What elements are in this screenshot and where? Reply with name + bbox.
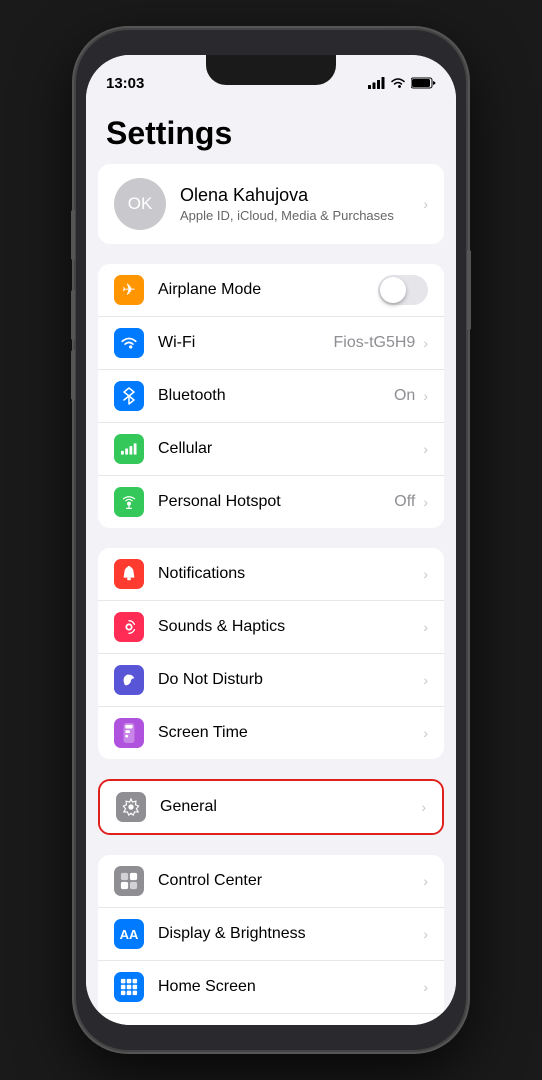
notifications-chevron: ›	[423, 566, 428, 582]
homescreen-icon	[114, 972, 144, 1002]
display-icon-text: AA	[120, 927, 139, 942]
wifi-row[interactable]: Wi-Fi Fios-tG5H9 ›	[98, 317, 444, 370]
cellular-row[interactable]: Cellular ›	[98, 423, 444, 476]
wifi-label: Wi-Fi	[158, 334, 334, 352]
control-center-svg-icon	[120, 872, 138, 890]
page-title: Settings	[86, 99, 456, 164]
hotspot-row[interactable]: Personal Hotspot Off ›	[98, 476, 444, 528]
notifications-svg-icon	[120, 565, 138, 583]
homescreen-svg-icon	[120, 978, 138, 996]
sounds-icon	[114, 612, 144, 642]
toggle-knob	[380, 277, 406, 303]
status-time: 13:03	[106, 75, 144, 92]
control-center-label: Control Center	[158, 872, 421, 890]
display-icon: AA	[114, 919, 144, 949]
profile-row[interactable]: OK Olena Kahujova Apple ID, iCloud, Medi…	[98, 164, 444, 244]
status-icons	[368, 77, 436, 89]
notifications-section: Notifications › Sounds & Haptics ›	[98, 548, 444, 759]
general-icon	[116, 792, 146, 822]
profile-info: Olena Kahujova Apple ID, iCloud, Media &…	[180, 185, 407, 223]
airplane-mode-icon: ✈	[114, 275, 144, 305]
general-row[interactable]: General ›	[100, 781, 442, 833]
settings-content: Settings OK Olena Kahujova Apple ID, iCl…	[86, 99, 456, 1025]
dnd-row[interactable]: Do Not Disturb ›	[98, 654, 444, 707]
display-row[interactable]: AA Display & Brightness ›	[98, 908, 444, 961]
sounds-row[interactable]: Sounds & Haptics ›	[98, 601, 444, 654]
hotspot-chevron: ›	[423, 494, 428, 510]
profile-chevron: ›	[423, 196, 428, 212]
screentime-icon	[114, 718, 144, 748]
notifications-row[interactable]: Notifications ›	[98, 548, 444, 601]
profile-subtitle: Apple ID, iCloud, Media & Purchases	[180, 208, 407, 223]
general-chevron: ›	[421, 799, 426, 815]
wifi-row-icon	[120, 336, 138, 350]
general-label: General	[160, 798, 419, 816]
general-svg-icon	[122, 798, 140, 816]
screentime-label: Screen Time	[158, 724, 421, 742]
battery-icon	[411, 77, 436, 89]
homescreen-row[interactable]: Home Screen ›	[98, 961, 444, 1014]
dnd-chevron: ›	[423, 672, 428, 688]
bluetooth-icon	[114, 381, 144, 411]
bluetooth-label: Bluetooth	[158, 387, 394, 405]
accessibility-row[interactable]: Accessibility ›	[98, 1014, 444, 1025]
profile-section[interactable]: OK Olena Kahujova Apple ID, iCloud, Medi…	[98, 164, 444, 244]
general-section: General ›	[98, 779, 444, 835]
signal-icon	[368, 77, 385, 89]
wifi-chevron: ›	[423, 335, 428, 351]
airplane-mode-row[interactable]: ✈ Airplane Mode	[98, 264, 444, 317]
dnd-svg-icon	[120, 671, 138, 689]
hotspot-icon	[114, 487, 144, 517]
hotspot-svg-icon	[120, 494, 138, 510]
notch	[206, 55, 336, 85]
dnd-label: Do Not Disturb	[158, 671, 421, 689]
cellular-label: Cellular	[158, 440, 421, 458]
display-section: Control Center › AA Display & Brightness…	[98, 855, 444, 1025]
wifi-value: Fios-tG5H9	[334, 334, 416, 352]
cellular-chevron: ›	[423, 441, 428, 457]
display-chevron: ›	[423, 926, 428, 942]
control-center-row[interactable]: Control Center ›	[98, 855, 444, 908]
sounds-svg-icon	[120, 618, 138, 636]
sounds-chevron: ›	[423, 619, 428, 635]
bluetooth-svg-icon	[122, 387, 136, 405]
profile-name: Olena Kahujova	[180, 185, 407, 206]
sounds-label: Sounds & Haptics	[158, 618, 421, 636]
connectivity-section: ✈ Airplane Mode	[98, 264, 444, 528]
display-label: Display & Brightness	[158, 925, 421, 943]
screen: 13:03	[86, 55, 456, 1025]
screentime-row[interactable]: Screen Time ›	[98, 707, 444, 759]
wifi-status-icon	[390, 77, 406, 89]
cellular-svg-icon	[121, 442, 137, 456]
screentime-svg-icon	[121, 723, 137, 743]
dnd-icon	[114, 665, 144, 695]
bluetooth-chevron: ›	[423, 388, 428, 404]
control-center-icon	[114, 866, 144, 896]
hotspot-label: Personal Hotspot	[158, 493, 394, 511]
airplane-mode-toggle[interactable]	[378, 275, 428, 305]
wifi-icon	[114, 328, 144, 358]
bluetooth-value: On	[394, 387, 415, 405]
hotspot-value: Off	[394, 493, 415, 511]
status-bar: 13:03	[86, 55, 456, 99]
homescreen-label: Home Screen	[158, 978, 421, 996]
airplane-mode-label: Airplane Mode	[158, 281, 378, 299]
screentime-chevron: ›	[423, 725, 428, 741]
control-center-chevron: ›	[423, 873, 428, 889]
notifications-label: Notifications	[158, 565, 421, 583]
phone-frame: 13:03	[76, 30, 466, 1050]
notifications-icon	[114, 559, 144, 589]
bluetooth-row[interactable]: Bluetooth On ›	[98, 370, 444, 423]
homescreen-chevron: ›	[423, 979, 428, 995]
avatar: OK	[114, 178, 166, 230]
cellular-icon	[114, 434, 144, 464]
